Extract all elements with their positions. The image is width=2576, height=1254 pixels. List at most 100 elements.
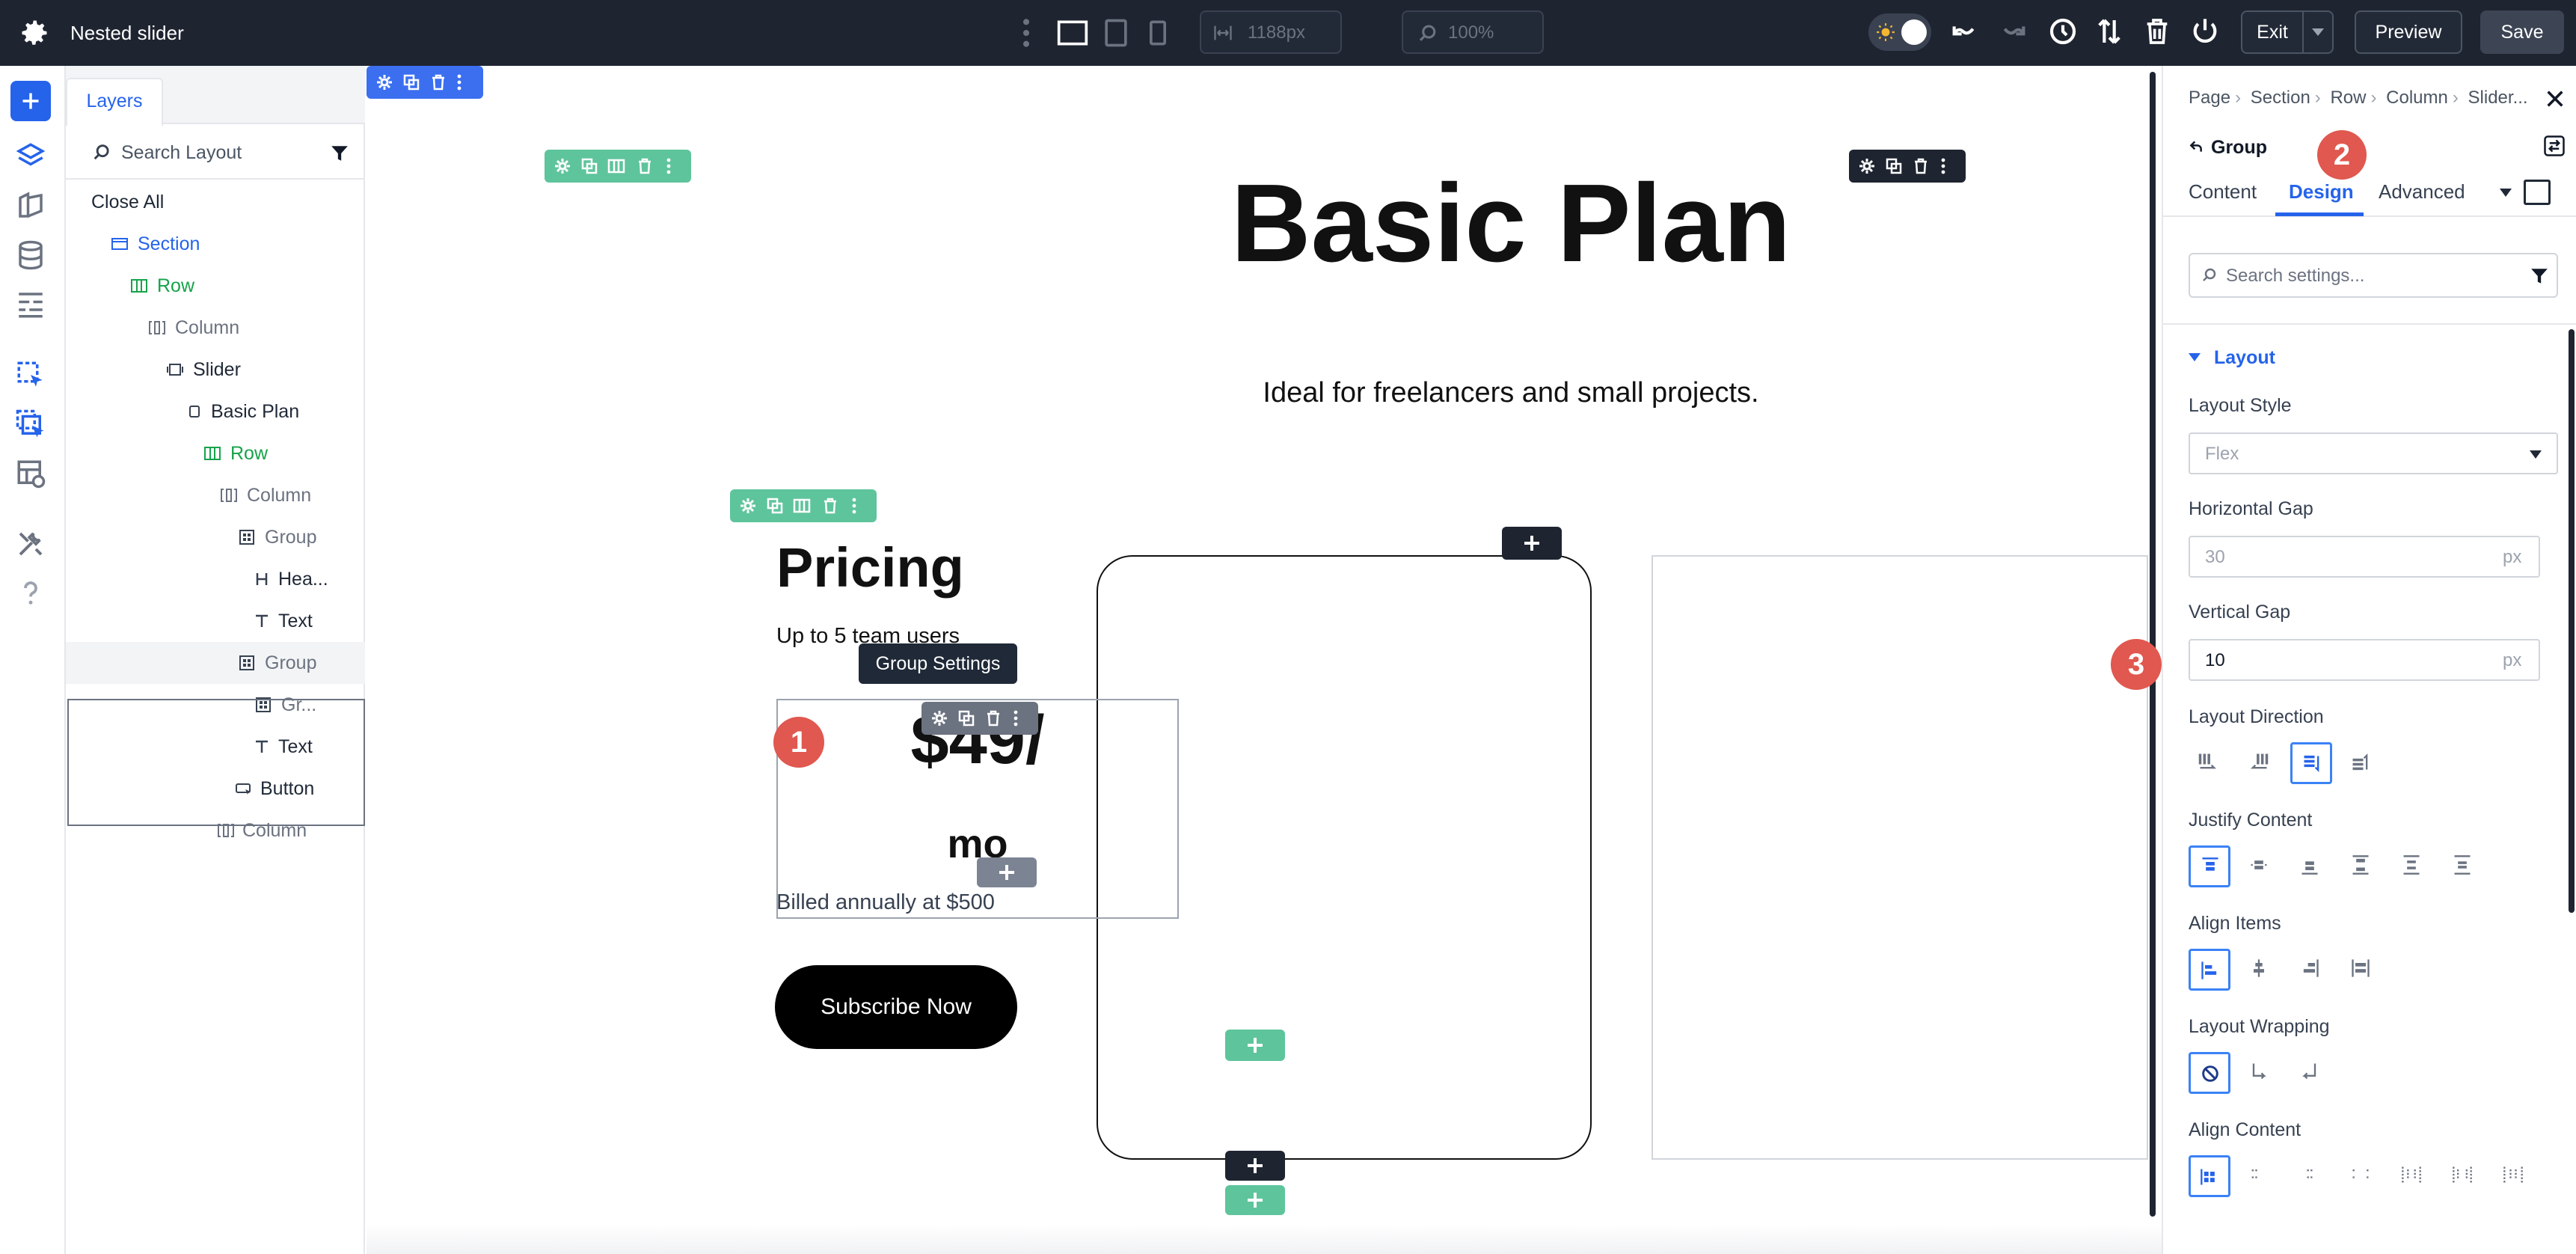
add-module-in-group-button[interactable] (977, 857, 1037, 887)
more-vertical-icon[interactable] (664, 157, 673, 175)
justify-between-option[interactable] (2341, 845, 2383, 887)
breadcrumb-section[interactable]: Section (2251, 88, 2310, 108)
square-toggle-icon[interactable] (2524, 180, 2551, 205)
settings-search-input[interactable] (2226, 262, 2510, 290)
layer-item-column-nested[interactable]: Column (66, 474, 365, 516)
layer-item-row-nested[interactable]: Row (66, 432, 365, 474)
switch-panel-icon[interactable] (2543, 135, 2566, 157)
select-tool-icon[interactable] (15, 359, 46, 391)
add-column-button[interactable] (1225, 1030, 1285, 1061)
canvas-width-field[interactable]: 1188px (1200, 10, 1342, 54)
align-content-between-option[interactable] (2341, 1155, 2383, 1197)
justify-around-option[interactable] (2392, 845, 2434, 887)
slide-subtitle[interactable]: Ideal for freelancers and small projects… (1174, 373, 1847, 413)
layout-section-toggle[interactable]: Layout (2189, 343, 2275, 373)
align-content-evenly-option[interactable] (2443, 1155, 2485, 1197)
more-vertical-icon[interactable] (1022, 16, 1031, 49)
trash-icon[interactable] (429, 73, 447, 91)
filter-icon[interactable] (329, 144, 350, 163)
gear-icon[interactable] (553, 157, 571, 175)
tab-design[interactable]: Design (2289, 177, 2354, 207)
database-icon[interactable] (15, 239, 46, 271)
trash-icon[interactable] (2142, 15, 2172, 48)
direction-column-reverse-option[interactable] (2341, 742, 2383, 784)
layer-item-heading[interactable]: Hea... (66, 558, 365, 600)
duplicate-icon[interactable] (580, 157, 598, 175)
tab-layers[interactable]: Layers (66, 78, 163, 126)
columns-icon[interactable] (793, 497, 811, 515)
tabs-dropdown-icon[interactable] (2500, 189, 2512, 197)
duplicate-icon[interactable] (766, 497, 784, 515)
layers-search-input[interactable] (121, 136, 323, 169)
settings-scrollbar[interactable] (2569, 329, 2575, 913)
justify-start-option[interactable] (2189, 845, 2230, 887)
duplicate-icon[interactable] (1885, 157, 1903, 175)
vertical-gap-unit[interactable]: px (2503, 648, 2521, 673)
layer-item-column[interactable]: Column (66, 307, 365, 349)
horizontal-gap-input[interactable] (2205, 543, 2474, 572)
more-vertical-icon[interactable] (1011, 709, 1020, 727)
layer-item-group-selected[interactable]: Group (66, 642, 365, 684)
more-vertical-icon[interactable] (1939, 157, 1948, 175)
history-clock-icon[interactable] (2048, 15, 2078, 48)
align-content-around-option[interactable] (2392, 1155, 2434, 1197)
empty-column[interactable] (1652, 555, 2148, 1160)
gear-icon[interactable] (739, 497, 757, 515)
tab-advanced[interactable]: Advanced (2379, 177, 2465, 207)
duplicate-icon[interactable] (957, 709, 975, 727)
close-icon[interactable] (2545, 88, 2566, 109)
align-content-end-option[interactable] (2290, 1155, 2332, 1197)
help-icon[interactable] (15, 578, 46, 609)
power-icon[interactable] (2190, 15, 2220, 48)
justify-center-option[interactable] (2239, 845, 2281, 887)
direction-row-reverse-option[interactable] (2239, 742, 2281, 784)
layers-icon[interactable] (15, 141, 46, 172)
pages-icon[interactable] (15, 190, 46, 221)
add-module-in-column-button[interactable] (1502, 527, 1562, 560)
columns-icon[interactable] (607, 157, 625, 175)
trash-icon[interactable] (821, 497, 839, 515)
align-content-start-option[interactable] (2189, 1155, 2230, 1197)
gear-icon[interactable] (1858, 157, 1876, 175)
templates-icon[interactable] (15, 289, 46, 320)
wrap-option[interactable] (2239, 1052, 2281, 1094)
phone-view-icon[interactable] (1144, 16, 1171, 49)
no-wrap-option[interactable] (2189, 1052, 2230, 1094)
layer-item-row[interactable]: Row (66, 265, 365, 307)
add-section-button[interactable] (1225, 1185, 1285, 1215)
trash-icon[interactable] (984, 709, 1002, 727)
filter-icon[interactable] (2530, 266, 2549, 286)
justify-evenly-option[interactable] (2443, 845, 2485, 887)
subscribe-now-button[interactable]: Subscribe Now (775, 965, 1017, 1049)
direction-column-option[interactable] (2290, 742, 2332, 784)
breadcrumb-slider[interactable]: Slider... (2468, 88, 2528, 108)
layer-item-button[interactable]: Button (66, 768, 365, 810)
more-vertical-icon[interactable] (850, 497, 859, 515)
horizontal-gap-unit[interactable]: px (2503, 545, 2521, 570)
trash-icon[interactable] (1912, 157, 1930, 175)
align-content-center-option[interactable] (2239, 1155, 2281, 1197)
zoom-field[interactable]: 100% (1402, 10, 1544, 54)
redo-icon[interactable] (1999, 15, 2028, 48)
exit-button[interactable]: Exit (2241, 10, 2304, 54)
add-element-button[interactable] (10, 81, 51, 121)
billed-text[interactable]: Billed annually at $500 (776, 887, 995, 917)
layer-item-column-empty[interactable]: Column (66, 810, 365, 851)
align-start-option[interactable] (2189, 949, 2230, 991)
add-row-button[interactable] (1225, 1151, 1285, 1181)
tools-icon[interactable] (15, 528, 46, 560)
direction-row-option[interactable] (2189, 742, 2230, 784)
slide-heading[interactable]: Basic Plan (1174, 160, 1847, 287)
layer-item-basic-plan[interactable]: Basic Plan (66, 391, 365, 432)
preview-button[interactable]: Preview (2355, 10, 2462, 54)
align-stretch-option[interactable] (2341, 949, 2383, 991)
align-center-option[interactable] (2239, 949, 2281, 991)
gear-icon[interactable] (930, 709, 948, 727)
layout-style-select[interactable]: Flex (2189, 432, 2558, 474)
tablet-view-icon[interactable] (1103, 16, 1129, 49)
layer-item-group-inner[interactable]: Gr... (66, 684, 365, 726)
layer-item-slider[interactable]: Slider (66, 349, 365, 391)
breadcrumb-page[interactable]: Page (2189, 88, 2230, 108)
duplicate-icon[interactable] (402, 73, 420, 91)
more-vertical-icon[interactable] (455, 73, 464, 91)
